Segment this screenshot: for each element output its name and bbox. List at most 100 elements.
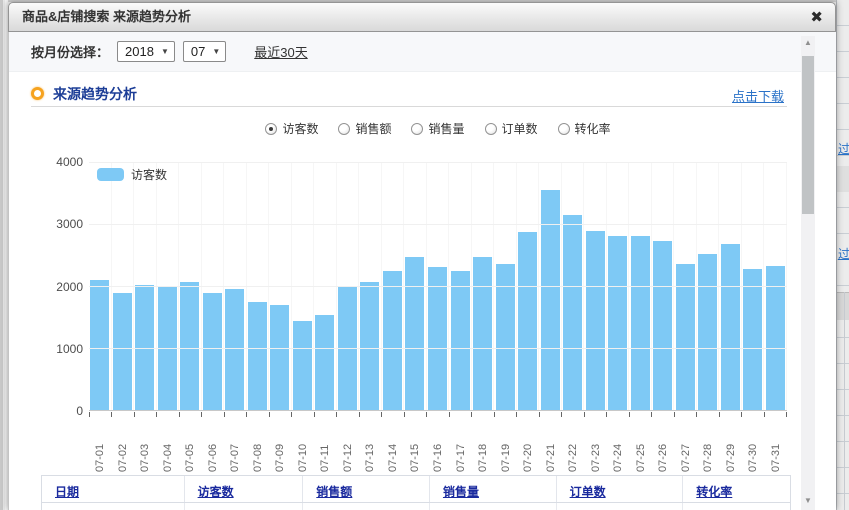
table-header-1[interactable]: 日期 [42, 476, 185, 502]
bar-07-09[interactable] [270, 305, 289, 410]
metric-radio-label: 转化率 [575, 120, 611, 137]
dialog-title: 商品&店铺搜索 来源趋势分析 [22, 9, 191, 24]
gridline [89, 348, 787, 349]
x-axis-tick-label: 07-06 [202, 422, 225, 472]
bar-07-24[interactable] [608, 236, 627, 410]
table-header-2[interactable]: 访客数 [185, 476, 304, 502]
x-axis-tick-label: 07-09 [269, 422, 292, 472]
table-cell [303, 503, 430, 510]
x-axis-tick-label: 07-05 [179, 422, 202, 472]
scrollbar-thumb[interactable] [802, 56, 814, 214]
bar-07-20[interactable] [518, 232, 537, 410]
metric-radio-label: 访客数 [282, 120, 318, 137]
table-header-4[interactable]: 销售量 [430, 476, 557, 502]
metric-radio-3[interactable]: 销售量 [411, 120, 464, 137]
year-select-value: 2018 [125, 44, 154, 59]
metric-radio-5[interactable]: 转化率 [558, 120, 611, 137]
x-axis-tick-label: 07-20 [517, 422, 540, 472]
table-cell [683, 503, 790, 510]
bar-07-13[interactable] [360, 282, 379, 410]
bar-07-26[interactable] [653, 241, 672, 410]
bar-07-22[interactable] [563, 215, 582, 410]
scroll-up-icon[interactable]: ▲ [801, 36, 815, 50]
bar-07-05[interactable] [180, 282, 199, 410]
bar-07-11[interactable] [315, 315, 334, 410]
bar-07-06[interactable] [203, 293, 222, 410]
month-select-label: 按月份选择： [31, 42, 109, 61]
background-partial-link: 过 [838, 140, 849, 157]
metric-radio-2[interactable]: 销售额 [338, 120, 391, 137]
bar-07-14[interactable] [383, 271, 402, 411]
bar-07-02[interactable] [113, 293, 132, 410]
y-axis-tick-label: 3000 [37, 217, 83, 231]
x-axis-tick-label: 07-14 [382, 422, 405, 472]
background-page-left [0, 0, 8, 510]
background-table-header [837, 292, 849, 320]
bar-07-17[interactable] [451, 271, 470, 410]
bar-07-29[interactable] [721, 244, 740, 410]
radio-icon[interactable] [411, 123, 423, 135]
radio-icon[interactable] [485, 123, 497, 135]
radio-icon[interactable] [338, 123, 350, 135]
x-axis-tick-label: 07-21 [539, 422, 562, 472]
metric-radio-1[interactable]: 访客数 [265, 120, 318, 137]
table-cell [430, 503, 557, 510]
x-axis-tick-label: 07-12 [337, 422, 360, 472]
legend-label: 访客数 [131, 166, 167, 183]
bar-07-16[interactable] [428, 267, 447, 410]
bar-07-23[interactable] [586, 231, 605, 410]
recent-30-days-link[interactable]: 最近30天 [254, 42, 307, 61]
bar-07-28[interactable] [698, 254, 717, 410]
x-axis-tick-label: 07-24 [607, 422, 630, 472]
year-select[interactable]: 2018 ▼ [117, 41, 175, 62]
x-axis-tick-label: 07-31 [764, 422, 787, 472]
bar-07-01[interactable] [90, 280, 109, 410]
chart-legend[interactable]: 访客数 [97, 166, 167, 183]
section-bullet-icon [31, 87, 44, 100]
metric-radio-label: 销售额 [355, 120, 391, 137]
month-filter-row: 按月份选择： 2018 ▼ 07 ▼ 最近30天 [9, 32, 836, 72]
table-row [41, 503, 791, 510]
close-icon[interactable]: ✖ [810, 3, 823, 33]
bar-07-10[interactable] [293, 321, 312, 410]
x-axis-tick-label: 07-29 [719, 422, 742, 472]
dialog-titlebar[interactable]: 商品&店铺搜索 来源趋势分析 ✖ [8, 2, 836, 32]
bar-07-18[interactable] [473, 257, 492, 410]
scroll-down-icon[interactable]: ▼ [801, 494, 815, 508]
x-axis-tick-label: 07-07 [224, 422, 247, 472]
table-cell [185, 503, 304, 510]
bar-07-25[interactable] [631, 236, 650, 410]
x-axis-tick-label: 07-30 [742, 422, 765, 472]
bar-07-15[interactable] [405, 257, 424, 410]
background-table-divider [844, 292, 845, 510]
radio-icon[interactable] [558, 123, 570, 135]
metric-radio-4[interactable]: 订单数 [485, 120, 538, 137]
x-axis-tick-label: 07-22 [562, 422, 585, 472]
bar-07-31[interactable] [766, 266, 785, 410]
bar-07-08[interactable] [248, 302, 267, 411]
y-axis-tick-label: 4000 [37, 155, 83, 169]
table-cell [557, 503, 684, 510]
section-title: 来源趋势分析 [53, 84, 137, 104]
table-header-3[interactable]: 销售额 [303, 476, 430, 502]
table-header-6[interactable]: 转化率 [683, 476, 790, 502]
scrollbar-track[interactable]: ▲ ▼ [801, 36, 815, 510]
bar-07-21[interactable] [541, 190, 560, 410]
x-axis-tick-label: 07-04 [157, 422, 180, 472]
x-axis-tick-label: 07-15 [404, 422, 427, 472]
month-select-value: 07 [191, 44, 205, 59]
download-link[interactable]: 点击下载 [732, 86, 784, 105]
trend-analysis-dialog: 商品&店铺搜索 来源趋势分析 ✖ 按月份选择： 2018 ▼ 07 ▼ 最近30… [8, 2, 836, 510]
gridline [89, 224, 787, 225]
metric-radio-label: 销售量 [428, 120, 464, 137]
bar-07-30[interactable] [743, 269, 762, 410]
bar-07-07[interactable] [225, 289, 244, 410]
table-header-row: 日期访客数销售额销售量订单数转化率 [41, 475, 791, 503]
background-page-right: 过 过 [836, 0, 849, 510]
month-select[interactable]: 07 ▼ [183, 41, 226, 62]
table-header-5[interactable]: 订单数 [557, 476, 684, 502]
section-divider [31, 106, 787, 107]
x-axis-tick-label: 07-11 [314, 422, 337, 472]
metric-radio-group: 访客数 销售额 销售量 订单数 转化率 [89, 120, 787, 137]
radio-selected-icon[interactable] [265, 123, 277, 135]
